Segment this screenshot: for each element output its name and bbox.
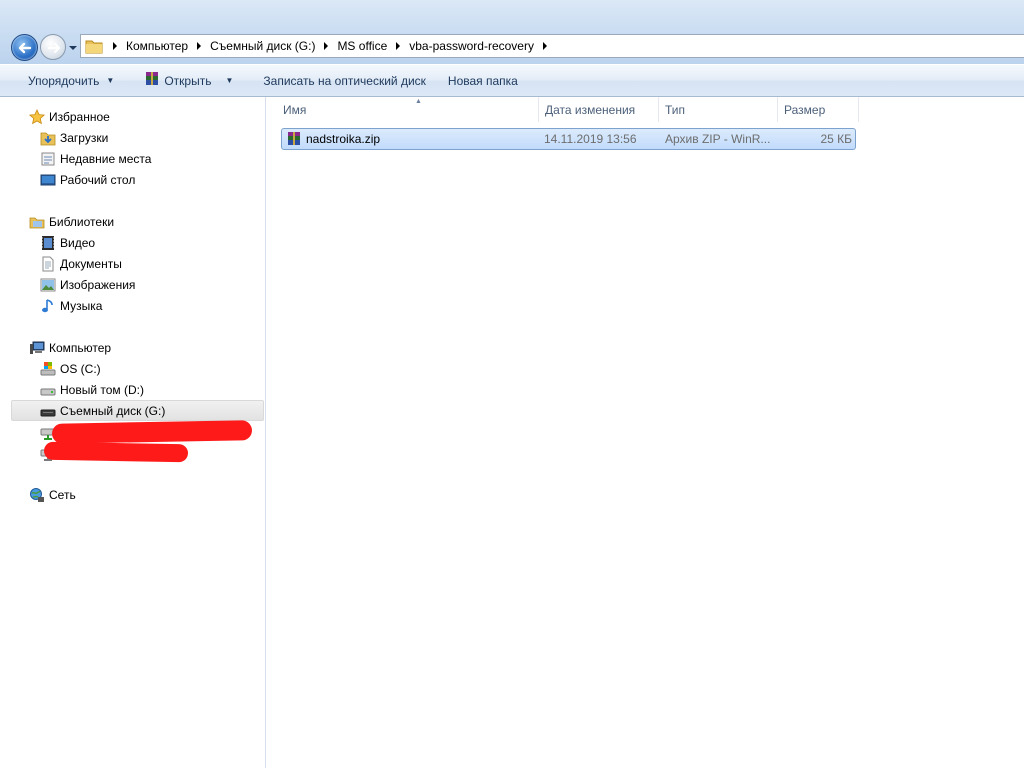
music-note-icon [39,297,57,315]
folder-icon [85,38,103,54]
libraries-icon [28,213,46,231]
address-bar-area: Компьютер Съемный диск (G:) MS office vb… [0,0,1024,64]
column-header-type-label: Тип [665,102,686,117]
burn-disc-label: Записать на оптический диск [263,73,426,88]
winrar-icon [144,71,160,90]
redaction-scribble [43,441,189,463]
nav-recent-places[interactable]: Недавние места [39,148,151,169]
column-header-date[interactable]: Дата изменения [539,97,659,122]
chevron-right-icon[interactable] [191,35,207,57]
new-folder-button[interactable]: Новая папка [440,68,526,94]
documents-icon [39,255,57,273]
column-header-name[interactable]: ▲ Имя [277,97,539,122]
column-header-size-label: Размер [784,102,826,117]
nav-desktop-label: Рабочий стол [60,172,136,187]
navigation-pane: Избранное Загрузки Недавние места Рабочи… [0,97,266,768]
command-bar: Упорядочить ▼ Открыть ▼ Записать на опти… [0,64,1024,97]
file-name: nadstroika.zip [306,132,381,146]
breadcrumb-vba-password-recovery[interactable]: vba-password-recovery [406,39,537,53]
nav-network[interactable]: Сеть [28,484,76,505]
system-drive-icon [39,360,57,378]
column-header-name-label: Имя [283,102,307,117]
chevron-down-icon: ▼ [225,76,234,85]
nav-drive-g-label: Съемный диск (G:) [60,403,166,418]
nav-drive-c-label: OS (C:) [60,361,101,376]
removable-drive-icon [39,402,57,420]
nav-drive-d-label: Новый том (D:) [60,382,144,397]
network-globe-icon [28,486,46,504]
open-label: Открыть [164,73,212,88]
breadcrumb-computer[interactable]: Компьютер [123,39,191,53]
star-icon [28,108,46,126]
column-header-size[interactable]: Размер [778,97,859,122]
nav-libraries[interactable]: Библиотеки [28,211,114,232]
nav-recent-places-label: Недавние места [60,151,152,166]
hard-drive-icon [39,381,57,399]
nav-computer-label: Компьютер [49,340,112,355]
forward-button[interactable] [40,34,66,60]
nav-drive-c[interactable]: OS (C:) [39,358,101,379]
chevron-right-icon[interactable] [318,35,334,57]
sort-ascending-icon: ▲ [415,98,422,105]
organize-button[interactable]: Упорядочить ▼ [20,68,122,94]
arrow-left-icon [18,42,32,54]
chevron-right-icon[interactable] [537,35,553,57]
file-list-pane: ▲ Имя Дата изменения Тип Размер nadstroi… [267,97,1024,768]
pictures-icon [39,276,57,294]
nav-documents-label: Документы [60,256,122,271]
redaction-scribble [51,420,253,444]
new-folder-label: Новая папка [447,73,518,88]
address-box[interactable]: Компьютер Съемный диск (G:) MS office vb… [80,34,1024,58]
video-icon [39,234,57,252]
nav-favorites[interactable]: Избранное [28,106,110,127]
breadcrumb-ms-office[interactable]: MS office [334,39,390,53]
desktop-icon [39,171,57,189]
nav-music-label: Музыка [60,298,103,313]
downloads-folder-icon [39,129,57,147]
organize-label: Упорядочить [28,73,100,88]
computer-icon [28,339,46,357]
column-header-date-label: Дата изменения [545,102,636,117]
chevron-right-icon[interactable] [390,35,406,57]
file-size: 25 КБ [820,132,852,146]
nav-desktop[interactable]: Рабочий стол [39,169,135,190]
nav-video[interactable]: Видео [39,232,95,253]
table-row[interactable]: nadstroika.zip 14.11.2019 13:56 Архив ZI… [281,128,856,150]
chevron-right-icon[interactable] [107,35,123,57]
open-button[interactable]: Открыть ▼ [136,68,241,94]
nav-documents[interactable]: Документы [39,253,122,274]
nav-drive-d[interactable]: Новый том (D:) [39,379,144,400]
breadcrumb-removable-disk[interactable]: Съемный диск (G:) [207,39,318,53]
nav-drive-g[interactable]: Съемный диск (G:) [11,400,264,421]
nav-network-label: Сеть [49,487,76,502]
nav-pictures-label: Изображения [60,277,136,292]
chevron-down-icon: ▼ [106,76,115,85]
nav-downloads-label: Загрузки [60,130,109,145]
nav-libraries-label: Библиотеки [49,214,115,229]
breadcrumb: Компьютер Съемный диск (G:) MS office vb… [107,35,553,57]
recent-places-icon [39,150,57,168]
arrow-right-icon [47,42,61,54]
burn-disc-button[interactable]: Записать на оптический диск [255,68,434,94]
file-modified-date: 14.11.2019 13:56 [544,132,637,146]
nav-pictures[interactable]: Изображения [39,274,135,295]
recent-pages-dropdown[interactable] [68,44,78,52]
nav-downloads[interactable]: Загрузки [39,127,108,148]
winrar-archive-icon [285,130,303,148]
column-header-type[interactable]: Тип [659,97,778,122]
nav-computer[interactable]: Компьютер [28,337,111,358]
file-name-cell: nadstroika.zip [285,129,380,149]
nav-video-label: Видео [60,235,96,250]
nav-music[interactable]: Музыка [39,295,102,316]
file-type: Архив ZIP - WinR... [665,132,771,146]
back-button[interactable] [11,34,38,61]
nav-favorites-label: Избранное [49,109,110,124]
